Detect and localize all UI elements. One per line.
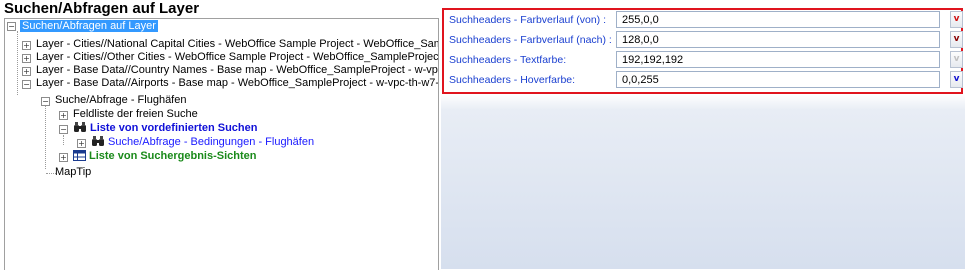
property-label: Suchheaders - Farbverlauf (nach) : [449,34,612,46]
property-row[interactable]: Suchheaders - Hoverfarbe: 0,0,255 v [447,71,963,90]
tree-item-label: Layer - Base Data//Airports - Base map -… [36,77,439,89]
page-title: Suchen/Abfragen auf Layer [4,0,200,17]
tree-item-layer[interactable]: Layer - Cities//Other Cities - WebOffice… [36,51,439,64]
tree-item-label: Layer - Base Data//Country Names - Base … [36,64,439,76]
tree-item-label: Layer - Cities//National Capital Cities … [36,38,439,50]
tree-item-label: Suche/Abfrage - Flughäfen [55,94,187,106]
tree-item-maptip[interactable]: MapTip [55,166,91,179]
property-value-field[interactable]: 0,0,255 [616,71,940,88]
property-label: Suchheaders - Textfarbe: [449,54,567,66]
property-grid: Suchheaders - Farbverlauf (von) : 255,0,… [442,8,963,94]
property-row[interactable]: Suchheaders - Textfarbe: 192,192,192 v [447,51,963,70]
tree-item-query[interactable]: Suche/Abfrage - Flughäfen [55,94,186,107]
expand-toggle-icon[interactable]: + [22,54,31,63]
collapse-toggle-icon[interactable]: − [59,125,68,134]
tree-item-layer[interactable]: Layer - Cities//National Capital Cities … [36,38,439,51]
layer-tree[interactable]: − Suchen/Abfragen auf Layer + Layer - Ci… [4,18,439,270]
collapse-toggle-icon[interactable]: − [41,97,50,106]
color-picker-dropdown-icon[interactable]: v [950,51,963,68]
tree-root-item[interactable]: Suchen/Abfragen auf Layer [20,20,158,33]
color-picker-dropdown-icon[interactable]: v [950,11,963,28]
property-row[interactable]: Suchheaders - Farbverlauf (von) : 255,0,… [447,11,963,30]
tree-connector [45,97,46,169]
collapse-toggle-icon[interactable]: − [7,22,16,31]
tree-item-label: Liste von vordefinierten Suchen [90,122,258,134]
tree-item-predefined-searches[interactable]: Liste von vordefinierten Suchen [73,122,257,135]
tree-item-predefined-query[interactable]: Suche/Abfrage - Bedingungen - Flughäfen [91,136,314,149]
tree-item-label: Feldliste der freien Suche [73,108,198,120]
property-label: Suchheaders - Hoverfarbe: [449,74,576,86]
property-row[interactable]: Suchheaders - Farbverlauf (nach) : 128,0… [447,31,963,50]
tree-connector [63,135,64,145]
tree-item-layer[interactable]: Layer - Base Data//Country Names - Base … [36,64,439,77]
expand-toggle-icon[interactable]: + [22,41,31,50]
tree-item-label: Liste von Suchergebnis-Sichten [89,150,257,162]
expand-toggle-icon[interactable]: + [59,111,68,120]
tree-item-label: MapTip [55,166,92,178]
tree-root-label: Suchen/Abfragen auf Layer [20,20,158,32]
property-value-field[interactable]: 192,192,192 [616,51,940,68]
tree-item-label: Layer - Cities//Other Cities - WebOffice… [36,51,439,63]
collapse-toggle-icon[interactable]: − [22,80,31,89]
tree-item-free-search[interactable]: Feldliste der freien Suche [73,108,198,121]
expand-toggle-icon[interactable]: + [77,139,86,148]
tree-item-label: Suche/Abfrage - Bedingungen - Flughäfen [108,136,315,148]
binoculars-icon [92,136,104,146]
expand-toggle-icon[interactable]: + [22,67,31,76]
table-icon [73,150,86,161]
color-picker-dropdown-icon[interactable]: v [950,71,963,88]
binoculars-icon [74,122,86,132]
color-picker-dropdown-icon[interactable]: v [950,31,963,48]
tree-item-result-views[interactable]: Liste von Suchergebnis-Sichten [73,150,256,163]
property-value-field[interactable]: 128,0,0 [616,31,940,48]
tree-connector [17,31,18,95]
tree-item-layer[interactable]: Layer - Base Data//Airports - Base map -… [36,77,439,90]
property-label: Suchheaders - Farbverlauf (von) : [449,14,606,26]
expand-toggle-icon[interactable]: + [59,153,68,162]
property-value-field[interactable]: 255,0,0 [616,11,940,28]
